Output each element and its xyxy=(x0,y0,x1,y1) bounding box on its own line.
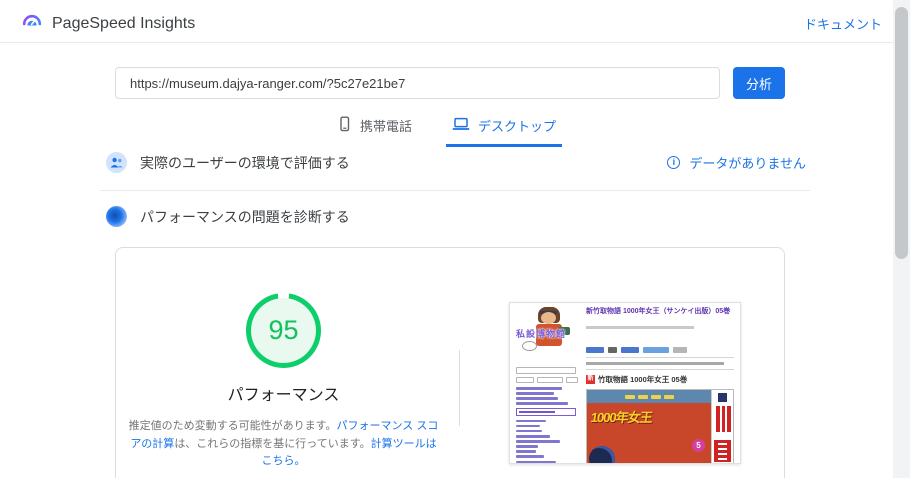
share-button xyxy=(621,347,639,353)
tab-mobile-label: 携帯電話 xyxy=(359,119,412,134)
article-heading-text: 竹取物語 1000年女王 05巻 xyxy=(598,375,688,384)
thumb-article-heading: 新 竹取物語 1000年女王 05巻 xyxy=(586,374,736,385)
diagnose-performance-icon xyxy=(106,206,127,227)
diagnose-section-header: パフォーマンスの問題を診断する xyxy=(106,206,806,227)
top-app-bar: PageSpeed Insights ドキュメント xyxy=(0,0,910,43)
tab-desktop-label: デスクトップ xyxy=(478,119,557,134)
pagespeed-logo-icon xyxy=(20,9,44,38)
share-button xyxy=(673,347,687,353)
thumb-article-content: 新 竹取物語 1000年女王 05巻 1000年女王 5 xyxy=(586,347,736,463)
sidebar-link-bar xyxy=(516,435,550,438)
sidebar-link-bar xyxy=(516,450,536,453)
thumb-site-header-image: 私設博物館 xyxy=(516,307,580,365)
thumb-button-row xyxy=(516,377,580,383)
desktop-icon xyxy=(452,116,470,135)
comic-cover-art: 1000年女王 5 xyxy=(587,390,711,463)
tab-mobile[interactable]: 携帯電話 xyxy=(331,110,418,147)
score-label: パフォーマンス xyxy=(227,387,340,404)
card-vertical-divider xyxy=(459,350,460,426)
sidebar-link-bar xyxy=(516,387,562,390)
scrollbar-track xyxy=(893,0,910,478)
thumb-divider xyxy=(586,369,734,370)
sidebar-link-bar xyxy=(516,402,568,405)
thumb-site-name: 私設博物館 xyxy=(516,329,567,339)
performance-score-column: 95 パフォーマンス 推定値のため変動する可能性があります。パフォーマンス スコ… xyxy=(116,293,451,478)
thumb-post-title: 新竹取物語 1000年女王（サンケイ出版）05巻 xyxy=(586,308,731,315)
performance-report-card: 95 パフォーマンス 推定値のため変動する可能性があります。パフォーマンス スコ… xyxy=(115,247,785,478)
no-data-label: データがありません xyxy=(689,156,806,171)
real-users-icon xyxy=(106,152,127,173)
documentation-link[interactable]: ドキュメント xyxy=(804,14,882,33)
spine-bottom-block xyxy=(714,440,731,462)
thumb-tags-bar xyxy=(586,362,724,365)
sidebar-link-bar xyxy=(516,392,554,395)
score-value: 95 xyxy=(268,315,299,345)
comic-cover-title: 1000年女王 xyxy=(589,410,653,425)
diagnose-section-title: パフォーマンスの問題を診断する xyxy=(140,208,350,225)
pagespeed-insights-page: PageSpeed Insights ドキュメント 分析 携帯電話 デスク xyxy=(0,0,910,478)
sidebar-link-bar xyxy=(516,440,560,443)
section-divider xyxy=(100,190,810,191)
share-button xyxy=(586,347,604,353)
thumb-breadcrumb-bar xyxy=(586,326,694,329)
sidebar-link-bar xyxy=(516,397,558,400)
thumb-button xyxy=(516,377,534,383)
comic-cover-earth xyxy=(589,446,615,463)
sidebar-link-bar xyxy=(516,460,556,463)
sidebar-link-bar xyxy=(516,445,538,448)
sidebar-link-bar xyxy=(516,424,540,428)
info-icon: i xyxy=(667,156,681,169)
performance-score-gauge[interactable]: 95 xyxy=(246,293,321,368)
comic-volume-badge: 5 xyxy=(692,439,705,452)
device-tabs: 携帯電話 デスクトップ xyxy=(0,110,893,147)
sidebar-link-bar xyxy=(516,455,544,458)
disclaimer-text-2: は、これらの指標を基に行っています。 xyxy=(174,437,371,450)
page-screenshot-thumbnail[interactable]: 私設博物館 新竹取物語 1000年女王（サンケイ出版）05巻 新 竹取物語 10… xyxy=(509,302,741,464)
spine-text-bars xyxy=(716,406,731,432)
share-button xyxy=(643,347,669,353)
thumb-button xyxy=(537,377,563,383)
thumb-share-buttons xyxy=(586,347,736,353)
sidebar-link-bar xyxy=(516,429,542,433)
new-badge: 新 xyxy=(586,375,595,384)
no-data-status[interactable]: i データがありません xyxy=(667,153,806,172)
thumb-menu-box xyxy=(516,407,576,416)
brand: PageSpeed Insights xyxy=(20,9,195,38)
thumb-sidebar xyxy=(516,367,580,463)
thumb-divider xyxy=(586,357,734,358)
tab-desktop[interactable]: デスクトップ xyxy=(446,110,563,147)
disclaimer-text-1: 推定値のため変動する可能性があります。 xyxy=(128,420,337,432)
share-button xyxy=(608,347,617,353)
comic-cover-banner xyxy=(587,390,711,403)
sidebar-link-bar xyxy=(516,419,546,423)
app-title: PageSpeed Insights xyxy=(52,14,196,32)
thumb-button xyxy=(566,377,578,383)
thumb-search-box xyxy=(516,367,576,374)
scrollbar-thumb[interactable] xyxy=(895,7,908,259)
thumb-cat xyxy=(522,341,537,351)
field-data-section-header: 実際のユーザーの環境で評価する i データがありません xyxy=(106,152,806,173)
thumb-character-face xyxy=(541,312,556,324)
thumb-comic-cover: 1000年女王 5 xyxy=(586,389,734,463)
score-disclaimer: 推定値のため変動する可能性があります。パフォーマンス スコアの計算は、これらの指… xyxy=(128,418,440,471)
spine-logo-block xyxy=(718,393,727,402)
analyze-button[interactable]: 分析 xyxy=(733,67,785,99)
url-input[interactable] xyxy=(115,67,720,99)
comic-cover-spine xyxy=(711,390,733,463)
mobile-phone-icon xyxy=(337,116,352,135)
field-section-title: 実際のユーザーの環境で評価する xyxy=(140,154,350,171)
